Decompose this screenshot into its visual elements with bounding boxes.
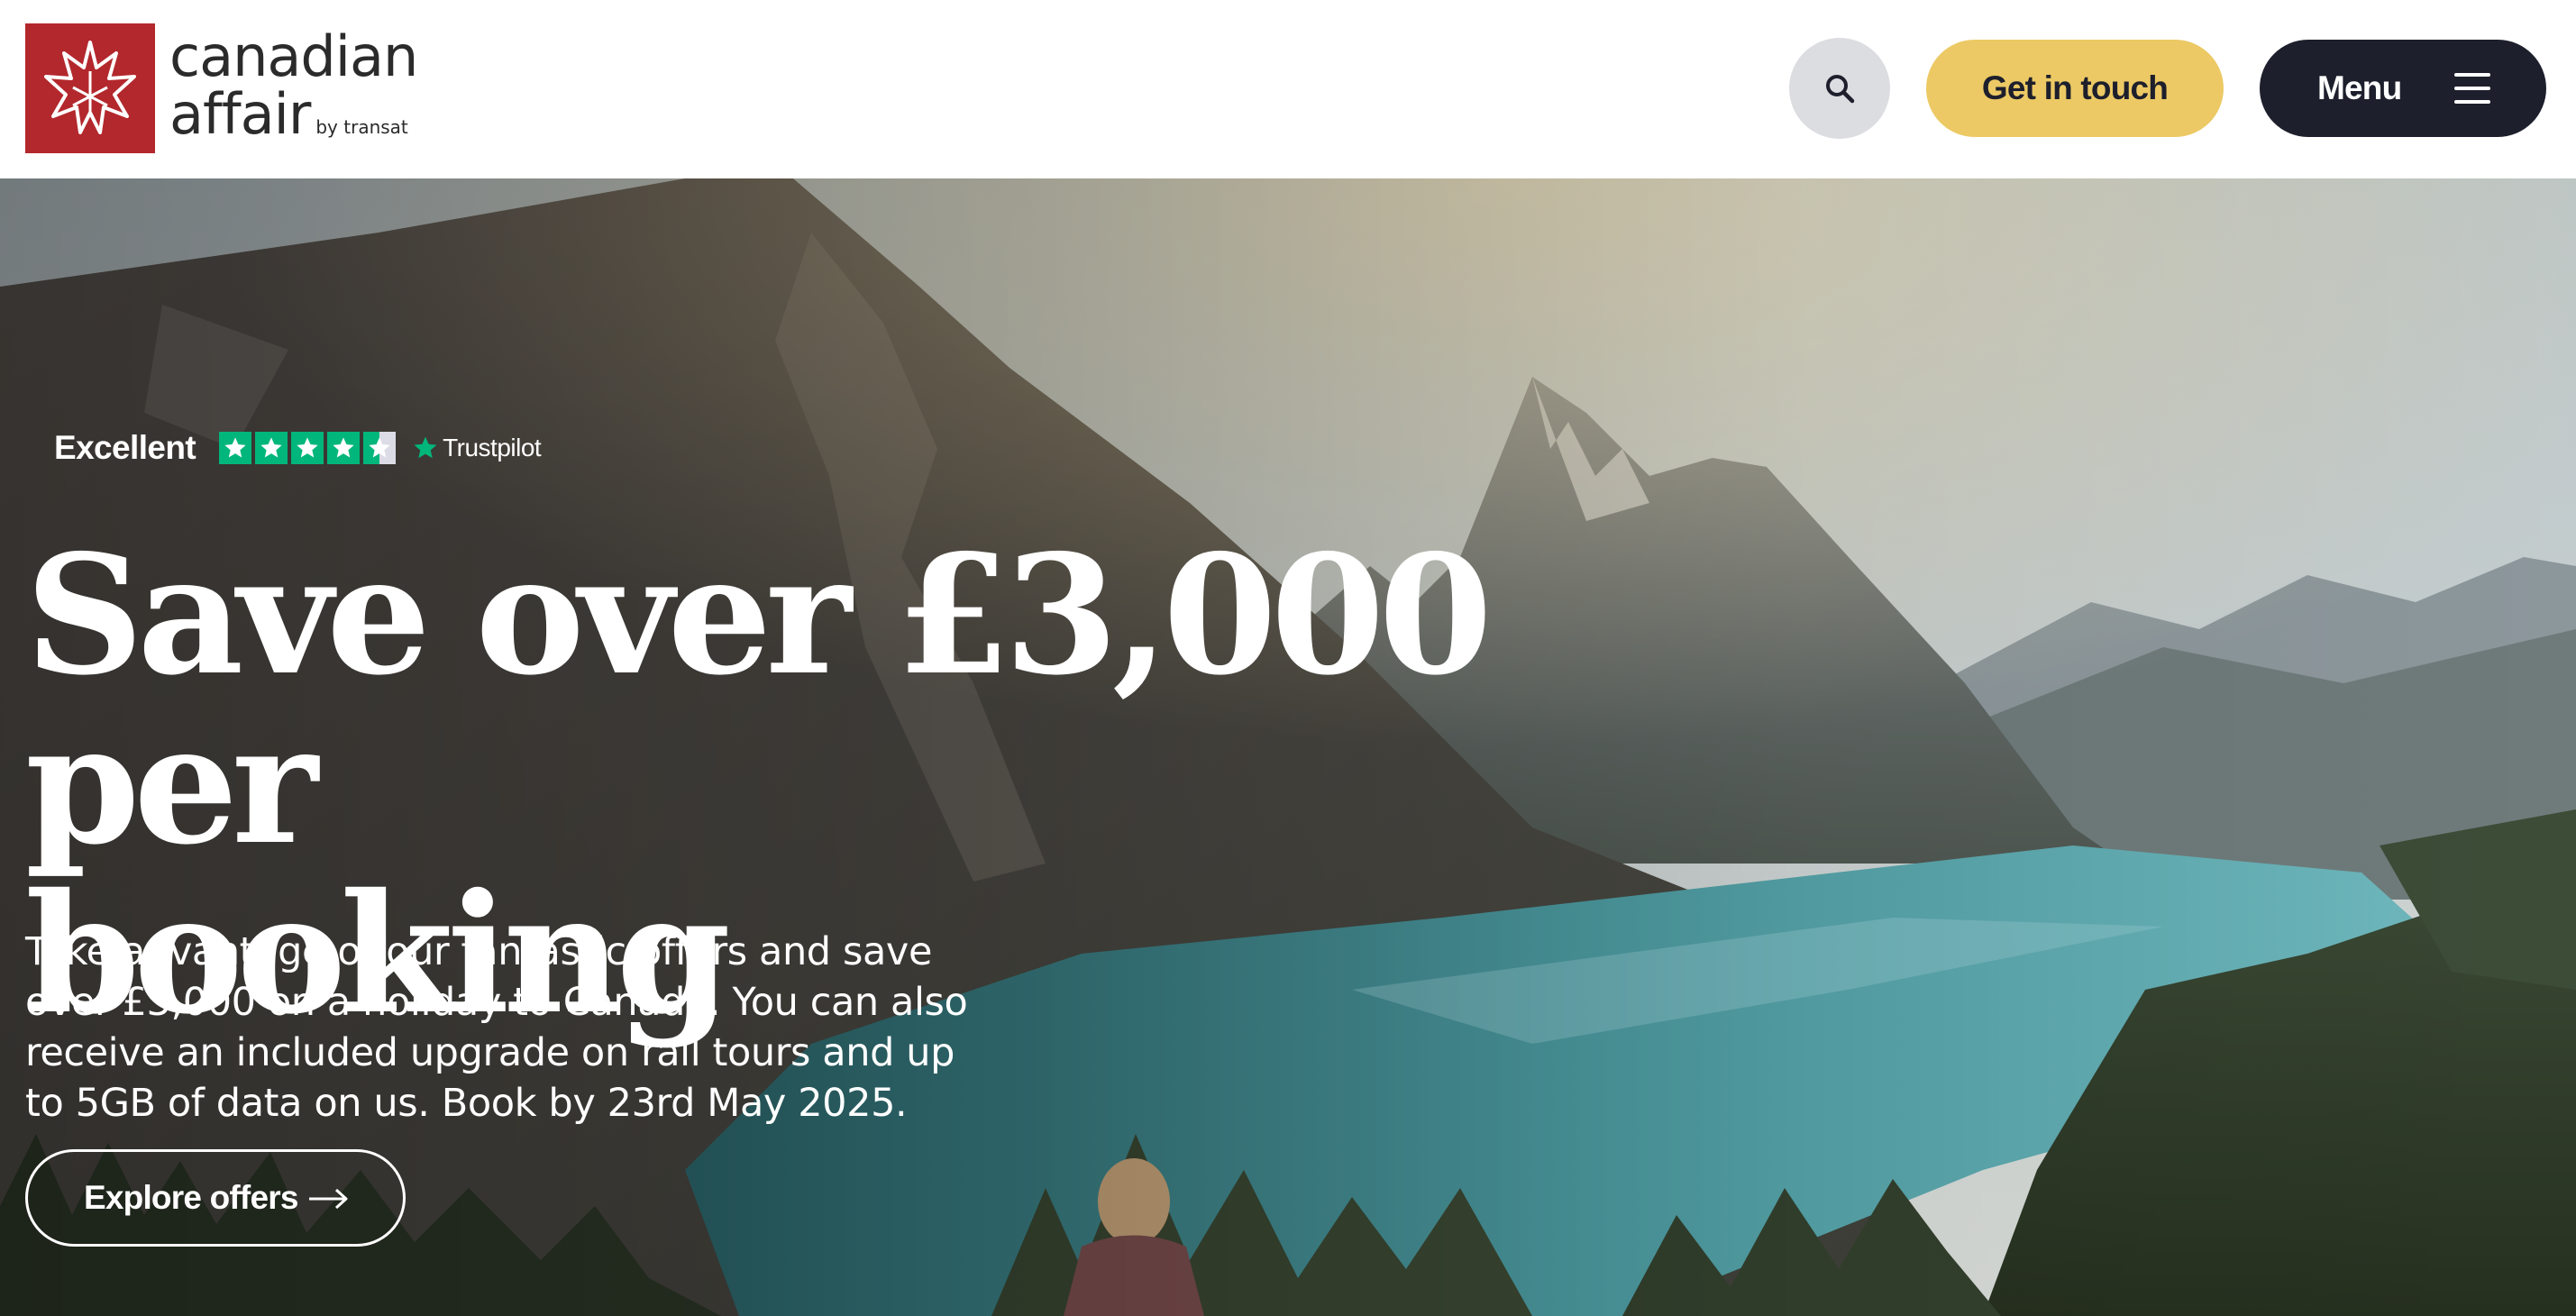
hamburger-icon — [2454, 73, 2490, 104]
brand-wordmark: canadian affair by transat — [169, 23, 418, 147]
star-icon — [219, 432, 252, 464]
star-icon — [327, 432, 361, 464]
hero-banner: Excellent Trustpilot Save over £3,000 pe… — [0, 178, 2576, 1316]
get-in-touch-button[interactable]: Get in touch — [1926, 40, 2224, 137]
brand-byline: by transat — [315, 116, 408, 138]
site-header: canadian affair by transat Get in touch M… — [0, 0, 2576, 178]
headline-line1: Save over £3,000 per — [25, 518, 1493, 881]
search-button[interactable] — [1789, 38, 1890, 139]
brand-name-line2: affair — [169, 81, 311, 147]
arrow-right-icon — [309, 1188, 348, 1210]
explore-offers-label: Explore offers — [84, 1179, 298, 1216]
brand-name-line1: canadian — [169, 23, 418, 89]
maple-leaf-icon — [25, 23, 155, 153]
trustpilot-rating[interactable]: Excellent Trustpilot — [54, 429, 542, 467]
search-icon — [1826, 75, 1855, 104]
trustpilot-star-icon — [414, 436, 437, 459]
trustpilot-name: Trustpilot — [443, 434, 542, 462]
menu-label: Menu — [2317, 69, 2402, 106]
explore-offers-button[interactable]: Explore offers — [25, 1149, 406, 1247]
rating-stars — [219, 432, 399, 464]
star-icon — [291, 432, 324, 464]
trustpilot-logo: Trustpilot — [412, 434, 542, 462]
hero-intro-text: Take advantage of our fantastic offers a… — [25, 929, 968, 1126]
menu-button[interactable]: Menu — [2260, 40, 2546, 137]
star-icon — [255, 432, 288, 464]
rating-label: Excellent — [54, 429, 196, 466]
canadian-affair-logo[interactable]: canadian affair by transat — [25, 23, 418, 153]
half-star-icon — [363, 432, 397, 464]
